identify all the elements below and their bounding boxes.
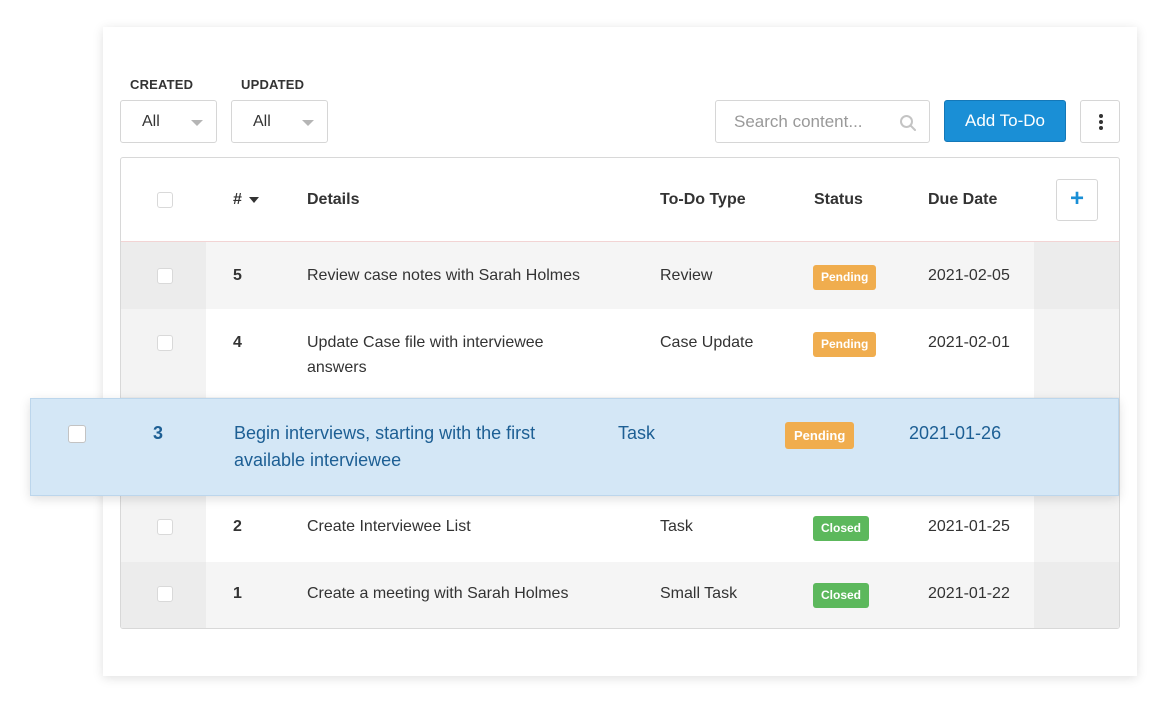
created-filter-value: All (142, 113, 160, 130)
column-number-label: # (233, 191, 242, 208)
updated-filter-label: UPDATED (241, 77, 305, 92)
row-type: Review (660, 267, 713, 284)
caret-down-icon (248, 196, 259, 203)
column-type-header[interactable]: To-Do Type (660, 191, 746, 209)
column-due-header[interactable]: Due Date (928, 191, 997, 209)
table-row[interactable]: 4 Update Case file with interviewee answ… (121, 309, 1119, 397)
row-due-date: 2021-01-26 (909, 423, 1002, 443)
row-details[interactable]: Begin interviews, starting with the firs… (234, 420, 574, 474)
updated-filter-value: All (253, 113, 271, 130)
table-row[interactable]: 5 Review case notes with Sarah Holmes Re… (121, 242, 1119, 309)
row-details[interactable]: Review case notes with Sarah Holmes (307, 263, 627, 288)
status-badge: Pending (813, 332, 877, 357)
row-details[interactable]: Update Case file with interviewee answer… (307, 330, 607, 380)
row-number: 1 (233, 585, 242, 602)
row-type: Case Update (660, 334, 754, 351)
status-badge: Closed (813, 583, 870, 608)
table-row[interactable]: 1 Create a meeting with Sarah Holmes Sma… (121, 562, 1119, 628)
row-checkbox[interactable] (157, 586, 173, 602)
row-type: Small Task (660, 585, 738, 602)
column-number-header[interactable]: # (233, 191, 259, 209)
row-details[interactable]: Create a meeting with Sarah Holmes (307, 581, 627, 606)
search-input[interactable] (716, 101, 886, 142)
row-number: 3 (153, 423, 164, 443)
row-due-date: 2021-02-05 (928, 267, 1010, 284)
row-checkbox[interactable] (157, 519, 173, 535)
column-details-header[interactable]: Details (307, 191, 359, 209)
dragged-table-row[interactable]: 3 Begin interviews, starting with the fi… (30, 398, 1119, 496)
add-todo-button[interactable]: Add To-Do (944, 100, 1066, 142)
table-header: # Details To-Do Type Status Due Date + (121, 158, 1119, 242)
row-checkbox[interactable] (157, 335, 173, 351)
chevron-down-icon (191, 120, 203, 126)
row-number: 4 (233, 334, 242, 351)
add-column-button[interactable]: + (1056, 179, 1098, 221)
status-badge: Pending (785, 422, 855, 449)
row-number: 5 (233, 267, 242, 284)
todo-table: # Details To-Do Type Status Due Date + 5… (120, 157, 1120, 629)
status-badge: Closed (813, 516, 870, 541)
chevron-down-icon (302, 120, 314, 126)
created-filter-label: CREATED (130, 77, 194, 92)
column-status-header[interactable]: Status (814, 191, 863, 209)
search-icon[interactable] (899, 114, 917, 137)
row-type: Task (618, 423, 656, 443)
select-all-checkbox[interactable] (157, 192, 173, 208)
row-number: 2 (233, 518, 242, 535)
created-filter-select[interactable]: All (120, 100, 217, 143)
row-checkbox[interactable] (68, 425, 86, 443)
row-due-date: 2021-01-25 (928, 518, 1010, 535)
status-badge: Pending (813, 265, 877, 290)
row-details[interactable]: Create Interviewee List (307, 514, 627, 539)
more-options-button[interactable] (1080, 100, 1120, 143)
row-due-date: 2021-02-01 (928, 334, 1010, 351)
search-box (715, 100, 930, 143)
row-checkbox[interactable] (157, 268, 173, 284)
row-due-date: 2021-01-22 (928, 585, 1010, 602)
row-type: Task (660, 518, 693, 535)
updated-filter-select[interactable]: All (231, 100, 328, 143)
table-row[interactable]: 2 Create Interviewee List Task Closed 20… (121, 496, 1119, 562)
